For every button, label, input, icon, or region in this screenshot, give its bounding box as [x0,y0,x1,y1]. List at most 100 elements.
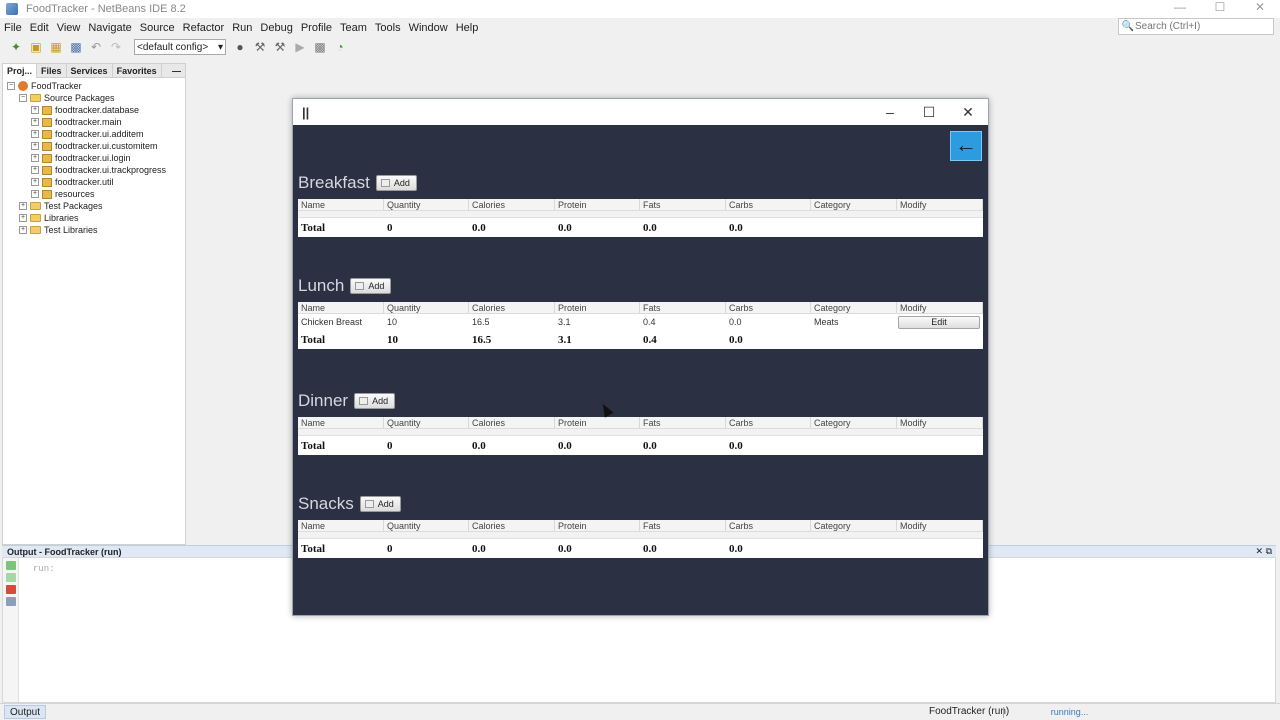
column-header[interactable]: Calories [469,302,555,313]
minimize-panel-icon[interactable]: — [172,66,185,76]
collapse-icon[interactable]: − [19,94,27,102]
open-project-icon[interactable]: ▦ [48,39,64,55]
new-file-icon[interactable]: ✦ [8,39,24,55]
column-header[interactable]: Category [811,302,897,313]
expand-icon[interactable]: + [31,154,39,162]
close-icon[interactable]: ✕ [1240,0,1280,18]
run-icon[interactable]: ▶ [292,39,308,55]
column-header[interactable]: Carbs [726,302,811,313]
column-header[interactable]: Protein [555,520,640,531]
column-header[interactable]: Name [298,199,384,210]
save-all-icon[interactable]: ▩ [68,39,84,55]
maximize-icon[interactable]: ☐ [917,103,941,121]
tree-item-test-libraries[interactable]: + Test Libraries [3,224,185,236]
close-icon[interactable]: ✕ [956,103,980,121]
column-header[interactable]: Calories [469,417,555,428]
add-dinner-button[interactable]: Add [354,393,396,409]
tab-favorites[interactable]: Favorites [113,63,162,78]
column-header[interactable]: Carbs [726,520,811,531]
tab-projects[interactable]: Proj... [3,63,38,78]
menu-run[interactable]: Run [228,22,256,34]
config-select[interactable]: <default config> ▾ [134,39,226,55]
edit-button[interactable]: Edit [898,315,980,329]
tree-item-package[interactable]: + foodtracker.database [3,104,185,116]
search-input[interactable] [1135,21,1265,32]
column-header[interactable]: Protein [555,302,640,313]
column-header[interactable]: Protein [555,199,640,210]
search-box[interactable]: 🔍 [1118,18,1274,35]
menu-edit[interactable]: Edit [26,22,53,34]
column-header[interactable]: Quantity [384,302,469,313]
column-header[interactable]: Quantity [384,417,469,428]
column-header[interactable]: Modify [897,302,983,313]
column-header[interactable]: Calories [469,199,555,210]
back-button[interactable]: ← [950,131,982,161]
expand-icon[interactable]: + [31,130,39,138]
expand-icon[interactable]: + [31,190,39,198]
table-row[interactable]: Chicken Breast 10 16.5 3.1 0.4 0.0 Meats… [298,314,983,330]
column-header[interactable]: Fats [640,520,726,531]
column-header[interactable]: Carbs [726,199,811,210]
add-snacks-button[interactable]: Add [359,496,401,512]
new-project-icon[interactable]: ▣ [28,39,44,55]
output-tab[interactable]: Output [4,705,47,719]
column-header[interactable]: Quantity [384,520,469,531]
rerun-icon[interactable] [6,561,16,570]
clean-build-icon[interactable]: ⚒ [272,39,288,55]
profile-icon[interactable]: ◔ [332,39,348,55]
expand-icon[interactable]: + [31,142,39,150]
expand-icon[interactable]: + [31,166,39,174]
expand-icon[interactable]: + [31,178,39,186]
build-hammer-icon[interactable]: ⚒ [252,39,268,55]
tree-item-source-packages[interactable]: − Source Packages [3,92,185,104]
menu-source[interactable]: Source [136,22,179,34]
menu-file[interactable]: File [0,22,26,34]
menu-window[interactable]: Window [405,22,452,34]
menu-help[interactable]: Help [452,22,483,34]
tree-item-package[interactable]: + foodtracker.ui.additem [3,128,185,140]
undo-icon[interactable]: ↶ [88,39,104,55]
column-header[interactable]: Fats [640,302,726,313]
tab-files[interactable]: Files [37,63,67,78]
column-header[interactable]: Calories [469,520,555,531]
tree-item-project[interactable]: − FoodTracker [3,80,185,92]
add-breakfast-button[interactable]: Add [375,175,417,191]
expand-icon[interactable]: + [19,214,27,222]
tree-item-package[interactable]: + foodtracker.ui.trackprogress [3,164,185,176]
column-header[interactable]: Carbs [726,417,811,428]
tree-item-libraries[interactable]: + Libraries [3,212,185,224]
column-header[interactable]: Fats [640,417,726,428]
menu-profile[interactable]: Profile [297,22,336,34]
menu-view[interactable]: View [53,22,85,34]
close-output-icon[interactable]: ✕ ⧉ [1251,546,1276,557]
tree-item-package[interactable]: + foodtracker.ui.customitem [3,140,185,152]
expand-icon[interactable]: + [19,226,27,234]
menu-tools[interactable]: Tools [371,22,405,34]
tree-item-package[interactable]: + resources [3,188,185,200]
redo-icon[interactable]: ↷ [108,39,124,55]
tree-item-package[interactable]: + foodtracker.ui.login [3,152,185,164]
tree-item-package[interactable]: + foodtracker.util [3,176,185,188]
tree-item-package[interactable]: + foodtracker.main [3,116,185,128]
column-header[interactable]: Quantity [384,199,469,210]
menu-refactor[interactable]: Refactor [179,22,229,34]
globe-icon[interactable]: ● [232,39,248,55]
column-header[interactable]: Name [298,520,384,531]
column-header[interactable]: Category [811,417,897,428]
menu-debug[interactable]: Debug [256,22,296,34]
column-header[interactable]: Modify [897,520,983,531]
expand-icon[interactable]: + [31,106,39,114]
column-header[interactable]: Modify [897,199,983,210]
tree-item-test-packages[interactable]: + Test Packages [3,200,185,212]
column-header[interactable]: Fats [640,199,726,210]
column-header[interactable]: Protein [555,417,640,428]
settings-icon[interactable] [6,597,16,606]
menu-navigate[interactable]: Navigate [84,22,135,34]
maximize-icon[interactable]: ☐ [1200,0,1240,18]
expand-icon[interactable]: + [19,202,27,210]
column-header[interactable]: Name [298,417,384,428]
minimize-icon[interactable]: – [878,103,902,121]
rerun-customized-icon[interactable] [6,573,16,582]
column-header[interactable]: Modify [897,417,983,428]
column-header[interactable]: Name [298,302,384,313]
